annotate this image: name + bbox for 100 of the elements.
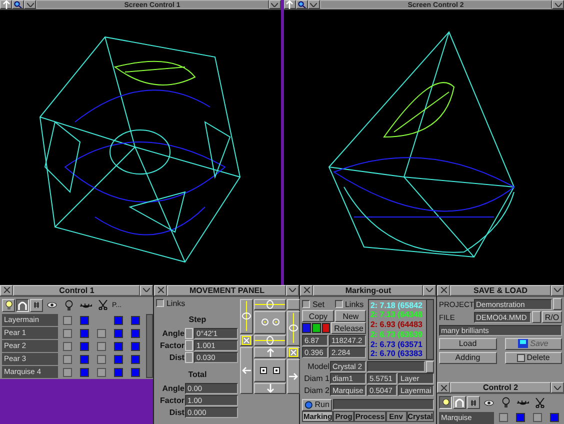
- scroll-up-button[interactable]: [0, 0, 12, 9]
- arrow-icon: [242, 366, 252, 375]
- color-swatch[interactable]: [302, 323, 312, 334]
- rotate-button[interactable]: [287, 310, 300, 346]
- menu-button[interactable]: [140, 284, 154, 296]
- run-button[interactable]: Run: [302, 398, 332, 410]
- layer-toggle[interactable]: [80, 342, 89, 351]
- layer-toggle[interactable]: [131, 354, 140, 364]
- magnifier-icon: [298, 1, 306, 8]
- blank-button[interactable]: [287, 298, 300, 310]
- eyelash-icon: [80, 302, 92, 308]
- menu-button[interactable]: [552, 0, 564, 9]
- scroll-up-button[interactable]: [284, 0, 296, 9]
- move-left-button[interactable]: [240, 346, 254, 394]
- scissors-icon: [535, 398, 545, 408]
- rotate-button[interactable]: [254, 310, 286, 334]
- links-checkbox[interactable]: Links: [156, 298, 238, 308]
- list-item[interactable]: 2: 6.73 (63571: [370, 340, 423, 350]
- rotate-button[interactable]: [254, 298, 286, 310]
- small-button[interactable]: [426, 360, 434, 372]
- layer-toggle[interactable]: [97, 342, 106, 351]
- menu-button[interactable]: [551, 284, 564, 296]
- layer-toggle[interactable]: [114, 354, 123, 364]
- layer-toggle[interactable]: [63, 328, 72, 338]
- layer-toggle[interactable]: [80, 316, 89, 325]
- tool-tab[interactable]: [16, 298, 29, 312]
- layer-toggle[interactable]: [131, 368, 140, 377]
- eyelash-icon: [517, 400, 529, 405]
- layer-toggle[interactable]: [114, 342, 123, 351]
- scrollbar[interactable]: [146, 314, 154, 378]
- layer-toggle[interactable]: [131, 328, 140, 338]
- close-button[interactable]: [437, 284, 450, 296]
- arrow-icon: [289, 372, 298, 381]
- file-action-button[interactable]: Load: [439, 338, 496, 350]
- stop-icon: [273, 366, 280, 374]
- frame-icon: [242, 336, 252, 345]
- list-item[interactable]: 2: 6.70 (63383: [370, 349, 423, 359]
- menu-button[interactable]: [268, 0, 280, 9]
- rotate-axis-icon: [255, 300, 286, 309]
- zoom-button[interactable]: [12, 0, 24, 9]
- close-button[interactable]: [0, 284, 13, 296]
- layer-toggle[interactable]: [97, 328, 106, 338]
- move-down-button[interactable]: [254, 382, 286, 394]
- layer-toggle[interactable]: [80, 368, 89, 377]
- layer-toggle[interactable]: [63, 368, 72, 377]
- layer-toggle[interactable]: [499, 413, 508, 422]
- checkbox[interactable]: Set: [302, 300, 334, 309]
- menu-button[interactable]: [423, 284, 436, 296]
- menu-button[interactable]: [24, 0, 36, 9]
- zoom-button[interactable]: [296, 0, 308, 9]
- checkbox[interactable]: Links: [334, 300, 366, 309]
- file-action-button[interactable]: Adding: [439, 352, 496, 364]
- menu-button[interactable]: [286, 284, 300, 296]
- layer-toggle[interactable]: [80, 328, 89, 338]
- layer-toggle[interactable]: [63, 316, 72, 325]
- close-button[interactable]: [300, 284, 314, 296]
- close-button[interactable]: [437, 382, 450, 393]
- close-button[interactable]: [154, 284, 168, 296]
- layer-toggle[interactable]: [63, 354, 72, 364]
- menu-button[interactable]: [551, 382, 564, 393]
- scrollbar[interactable]: [426, 300, 433, 359]
- center-button[interactable]: [240, 334, 254, 346]
- layer-toggle[interactable]: [63, 342, 72, 351]
- move-right-button[interactable]: [287, 358, 300, 394]
- layer-toggle[interactable]: [80, 354, 89, 364]
- curve-icon: [455, 398, 464, 407]
- move-up-button[interactable]: [254, 346, 286, 358]
- new-button[interactable]: New: [334, 310, 366, 322]
- layer-toggle[interactable]: [516, 413, 526, 422]
- readonly-button[interactable]: R/O: [542, 311, 562, 324]
- file-action-button[interactable]: Delete: [504, 352, 562, 364]
- close-icon: [304, 287, 310, 294]
- layer-toggle[interactable]: [114, 316, 123, 325]
- field-label: Factor: [159, 396, 184, 405]
- fit-button[interactable]: [287, 346, 300, 358]
- field-label: Diam 1: [303, 374, 330, 383]
- list-button[interactable]: [553, 298, 562, 310]
- panel-title: SAVE & LOAD: [450, 284, 551, 296]
- list-button[interactable]: [532, 311, 541, 324]
- layer-toggle[interactable]: [114, 328, 123, 338]
- menu-button[interactable]: [308, 0, 320, 9]
- arrow-icon: [266, 348, 275, 357]
- tool-tab[interactable]: [439, 396, 452, 409]
- layer-toggle[interactable]: [131, 316, 140, 325]
- release-button[interactable]: Release: [331, 322, 366, 334]
- layer-toggle[interactable]: [533, 413, 542, 422]
- scissors-icon: [98, 300, 108, 310]
- layer-toggle[interactable]: [97, 354, 106, 364]
- copy-button[interactable]: Copy: [302, 310, 334, 322]
- layer-toggle[interactable]: [97, 368, 106, 377]
- rotate-button[interactable]: [254, 334, 286, 346]
- eye-icon: [47, 302, 57, 308]
- color-swatch[interactable]: [312, 323, 321, 334]
- layer-toggle[interactable]: [550, 413, 560, 422]
- layer-toggle[interactable]: [131, 342, 140, 351]
- rotate-button[interactable]: [240, 298, 254, 334]
- color-swatch[interactable]: [322, 323, 330, 334]
- grid-icon: [34, 302, 39, 308]
- depth-button[interactable]: [254, 358, 286, 382]
- layer-toggle[interactable]: [114, 368, 123, 377]
